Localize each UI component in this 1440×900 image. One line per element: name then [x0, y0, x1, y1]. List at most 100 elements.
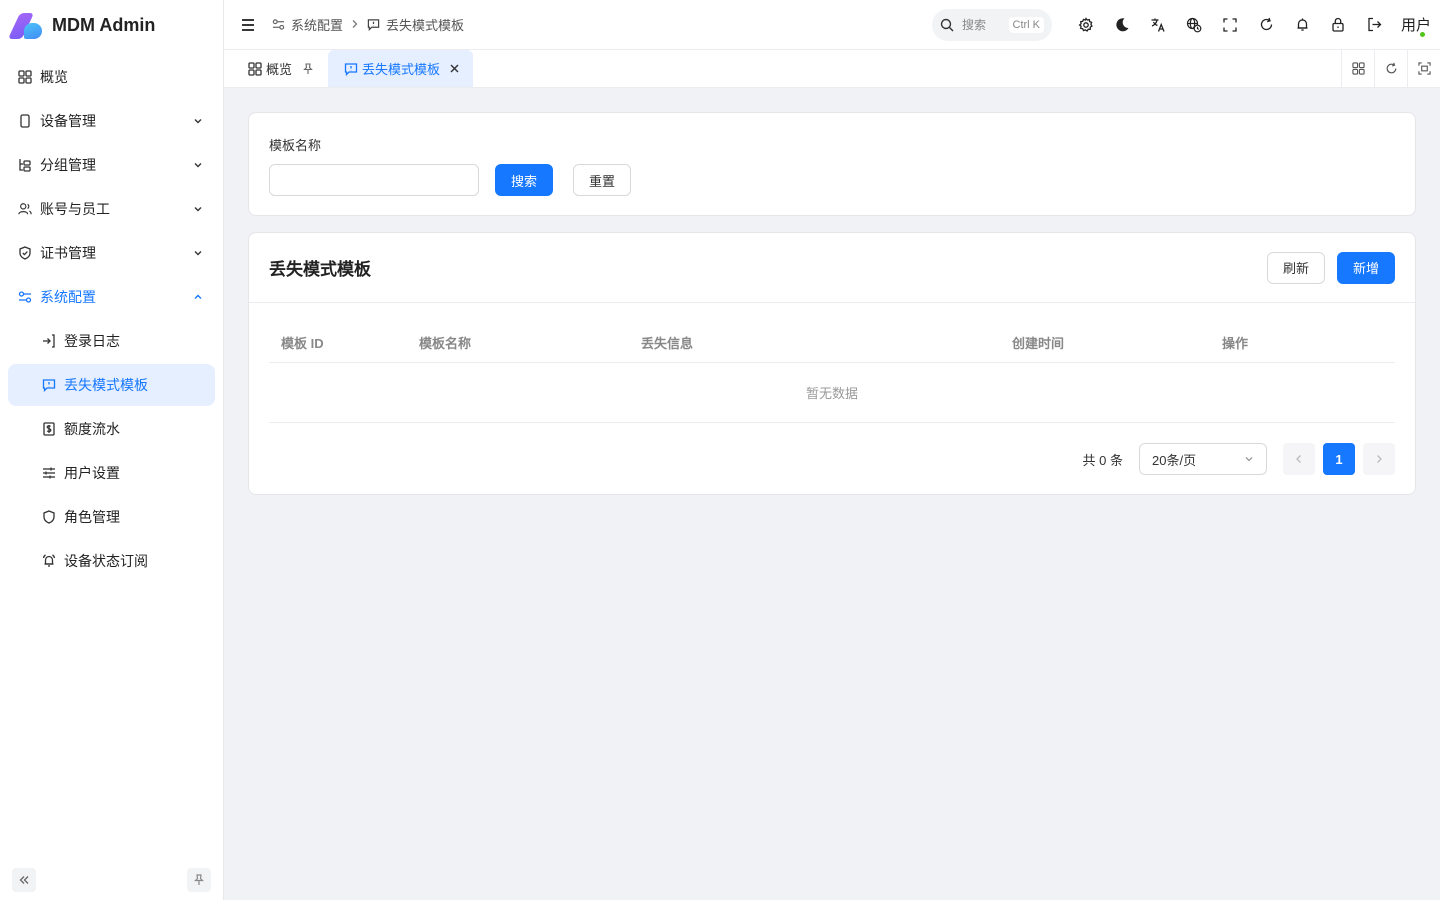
- fullscreen-button[interactable]: [1212, 7, 1248, 43]
- pagination: 共 0 条 20条/页 1: [249, 423, 1415, 475]
- search-shortcut: Ctrl K: [1008, 16, 1044, 33]
- tab-refresh-button[interactable]: [1374, 50, 1407, 87]
- sidebar-subitem-user-settings[interactable]: 用户设置: [8, 452, 215, 494]
- globe-clock-icon: [1186, 17, 1202, 32]
- sidebar-subitem-lost-mode-template[interactable]: 丢失模式模板: [8, 364, 215, 406]
- sidebar-item-system-config[interactable]: 系统配置: [8, 276, 215, 318]
- collapse-sidebar-button[interactable]: [12, 868, 36, 892]
- language-button[interactable]: [1140, 7, 1176, 43]
- sidebar-item-certificates[interactable]: 证书管理: [8, 232, 215, 274]
- total-count: 共 0 条: [1082, 452, 1123, 468]
- chevron-down-icon: [194, 251, 202, 256]
- lock-icon: [1332, 17, 1344, 32]
- close-icon[interactable]: [450, 64, 459, 73]
- header-actions: 搜索 Ctrl K 用户: [932, 0, 1440, 50]
- sidebar-item-label: 丢失模式模板: [64, 377, 148, 393]
- device-icon: [18, 114, 32, 128]
- preferences-button[interactable]: [1068, 7, 1104, 43]
- sidebar-item-overview[interactable]: 概览: [8, 56, 215, 98]
- reset-button[interactable]: 重置: [573, 164, 632, 196]
- dashboard-icon: [248, 61, 262, 76]
- tab-label: 丢失模式模板: [362, 62, 441, 77]
- chevron-down-icon: [194, 119, 202, 124]
- column-header-actions: 操作: [1222, 336, 1249, 351]
- tabs-toolbar: [1341, 50, 1440, 87]
- prev-page-button[interactable]: [1283, 443, 1315, 475]
- sidebar-menu: 概览 设备管理 分组管理 账号与员工 证书管理 系统配置 登录日志 丢失模式模板…: [0, 50, 223, 582]
- app-logo: [7, 11, 44, 39]
- online-status-dot: [1419, 30, 1426, 38]
- sidebar-item-label: 账号与员工: [40, 201, 110, 217]
- breadcrumb-item-lost-mode-template[interactable]: 丢失模式模板: [367, 15, 464, 34]
- user-avatar[interactable]: 用户: [1392, 0, 1440, 50]
- notifications-button[interactable]: [1284, 7, 1320, 43]
- sidebar-item-label: 系统配置: [40, 289, 96, 305]
- column-header-template-name[interactable]: 模板名称: [407, 333, 629, 352]
- tab-lost-mode-template[interactable]: 丢失模式模板: [328, 50, 474, 87]
- maximize-icon: [1417, 62, 1431, 75]
- chevron-down-icon: [194, 163, 202, 168]
- pin-icon[interactable]: [302, 62, 314, 75]
- sidebar: MDM Admin 概览 设备管理 分组管理 账号与员工 证书管理 系统配置 登…: [0, 0, 224, 900]
- chevron-up-icon: [194, 294, 202, 299]
- bell-icon: [1297, 18, 1307, 31]
- user-label: 用户: [1400, 17, 1431, 34]
- sidebar-subitem-login-log[interactable]: 登录日志: [8, 320, 215, 362]
- moon-icon: [1116, 17, 1129, 31]
- sidebar-item-accounts[interactable]: 账号与员工: [8, 188, 215, 230]
- brand[interactable]: MDM Admin: [0, 0, 223, 50]
- sidebar-item-label: 分组管理: [40, 157, 96, 173]
- empty-state: 暂无数据: [269, 363, 1395, 423]
- sidebar-item-devices[interactable]: 设备管理: [8, 100, 215, 142]
- sidebar-item-label: 设备管理: [40, 113, 96, 129]
- column-header-lost-info[interactable]: 丢失信息: [629, 333, 1000, 352]
- add-template-button[interactable]: 新增: [1336, 251, 1395, 284]
- column-header-created-time[interactable]: 创建时间: [1000, 333, 1210, 352]
- sidebar-subitem-quota-ledger[interactable]: 额度流水: [8, 408, 215, 450]
- tabs-overview-button[interactable]: [1341, 50, 1374, 87]
- timezone-button[interactable]: [1176, 7, 1212, 43]
- global-search[interactable]: 搜索 Ctrl K: [932, 8, 1052, 41]
- search-button[interactable]: 搜索: [495, 164, 554, 196]
- login-icon: [42, 334, 56, 348]
- pin-sidebar-button[interactable]: [187, 868, 211, 892]
- refresh-table-button[interactable]: 刷新: [1266, 251, 1325, 284]
- breadcrumb-label: 系统配置: [291, 18, 344, 33]
- message-alert-icon: [42, 378, 56, 392]
- table-card: 丢失模式模板 刷新 新增 模板 ID 模板名称 丢失信息 创建时间 操作 暂无数…: [248, 232, 1416, 495]
- sidebar-item-label: 登录日志: [64, 333, 120, 349]
- hamburger-icon: [242, 18, 254, 31]
- chevron-right-icon: [1377, 455, 1382, 463]
- sidebar-subitem-role-management[interactable]: 角色管理: [8, 496, 215, 538]
- refresh-button[interactable]: [1248, 7, 1284, 43]
- grid-icon: [1351, 62, 1365, 75]
- tab-maximize-button[interactable]: [1407, 50, 1440, 87]
- filter-card: 模板名称 搜索 重置: [248, 112, 1416, 216]
- next-page-button[interactable]: [1363, 443, 1395, 475]
- theme-toggle-button[interactable]: [1104, 7, 1140, 43]
- page-size-select[interactable]: 20条/页: [1139, 443, 1267, 475]
- settings-sliders-icon: [18, 290, 32, 304]
- lock-screen-button[interactable]: [1320, 7, 1356, 43]
- column-header-template-id[interactable]: 模板 ID: [269, 333, 407, 352]
- sidebar-item-groups[interactable]: 分组管理: [8, 144, 215, 186]
- message-alert-icon: [367, 19, 380, 31]
- sidebar-subitem-device-status-subscription[interactable]: 设备状态订阅: [8, 540, 215, 582]
- page-size-value: 20条/页: [1152, 452, 1197, 468]
- page-button-current[interactable]: 1: [1323, 443, 1355, 475]
- tab-label: 概览: [266, 62, 293, 77]
- sidebar-item-label: 设备状态订阅: [64, 553, 148, 569]
- breadcrumb-separator-icon: [351, 17, 359, 32]
- tabs-bar: 概览 丢失模式模板: [224, 50, 1440, 88]
- breadcrumb-item-system-config[interactable]: 系统配置: [272, 15, 343, 34]
- search-icon: [940, 18, 954, 31]
- template-name-input[interactable]: [269, 164, 479, 196]
- fullscreen-icon: [1223, 17, 1237, 32]
- chevron-down-icon: [194, 207, 202, 212]
- chevron-left-icon: [1296, 455, 1301, 463]
- menu-toggle-button[interactable]: [224, 0, 272, 50]
- sidebar-footer: [12, 868, 211, 892]
- breadcrumb: 系统配置 丢失模式模板: [272, 15, 464, 34]
- tab-overview[interactable]: 概览: [224, 50, 328, 87]
- logout-button[interactable]: [1356, 7, 1392, 43]
